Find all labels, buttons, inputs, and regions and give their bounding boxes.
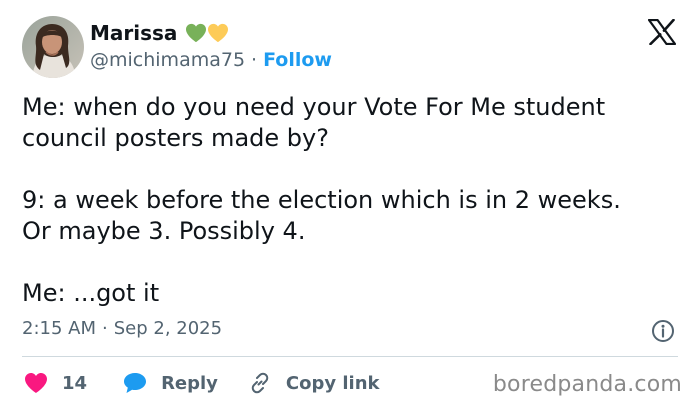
author-name-emojis [185,23,229,43]
author-handle-row: @michimama75 · Follow [90,48,332,72]
tweet-timestamp[interactable]: 2:15 AM · Sep 2, 2025 [22,318,222,339]
follow-button[interactable]: Follow [263,49,332,71]
tweet-paragraph: Me: when do you need your Vote For Me st… [22,92,682,154]
avatar-photo [22,16,84,78]
x-logo-icon[interactable] [648,19,676,45]
tweet-time: 2:15 AM [22,318,96,339]
action-bar: 14 Reply Copy link [24,368,380,398]
yellow-heart-icon [208,23,229,43]
reply-label: Reply [161,372,218,394]
like-button[interactable]: 14 [24,372,87,394]
info-icon[interactable] [651,319,675,343]
link-icon [251,372,269,394]
tweet-line: council posters made by? [22,124,329,152]
speech-bubble-icon [124,373,147,393]
reply-button[interactable]: Reply [123,372,218,394]
handle-separator: · [251,49,258,71]
tweet-line: Me: ...got it [22,279,160,307]
author-display-name[interactable]: Marissa [90,21,177,45]
copy-link-button[interactable]: Copy link [248,371,380,395]
tweet-paragraph: Me: ...got it [22,278,682,309]
author-name-row: Marissa [90,19,229,47]
tweet-line: 9: a week before the election which is i… [22,186,621,214]
green-heart-icon [186,23,207,43]
tweet-paragraph: 9: a week before the election which is i… [22,185,682,247]
tweet-text: Me: when do you need your Vote For Me st… [22,92,682,309]
author-handle[interactable]: @michimama75 [90,49,245,71]
tweet-date: Sep 2, 2025 [113,318,223,339]
tweet-line: Me: when do you need your Vote For Me st… [22,93,606,121]
avatar[interactable] [22,16,84,78]
timestamp-separator: · [102,318,108,339]
like-count: 14 [62,372,88,394]
tweet-line: Or maybe 3. Possibly 4. [22,217,306,245]
heart-icon [25,373,47,393]
divider [22,356,678,357]
copy-link-label: Copy link [285,372,380,394]
watermark: boredpanda.com [492,372,682,397]
